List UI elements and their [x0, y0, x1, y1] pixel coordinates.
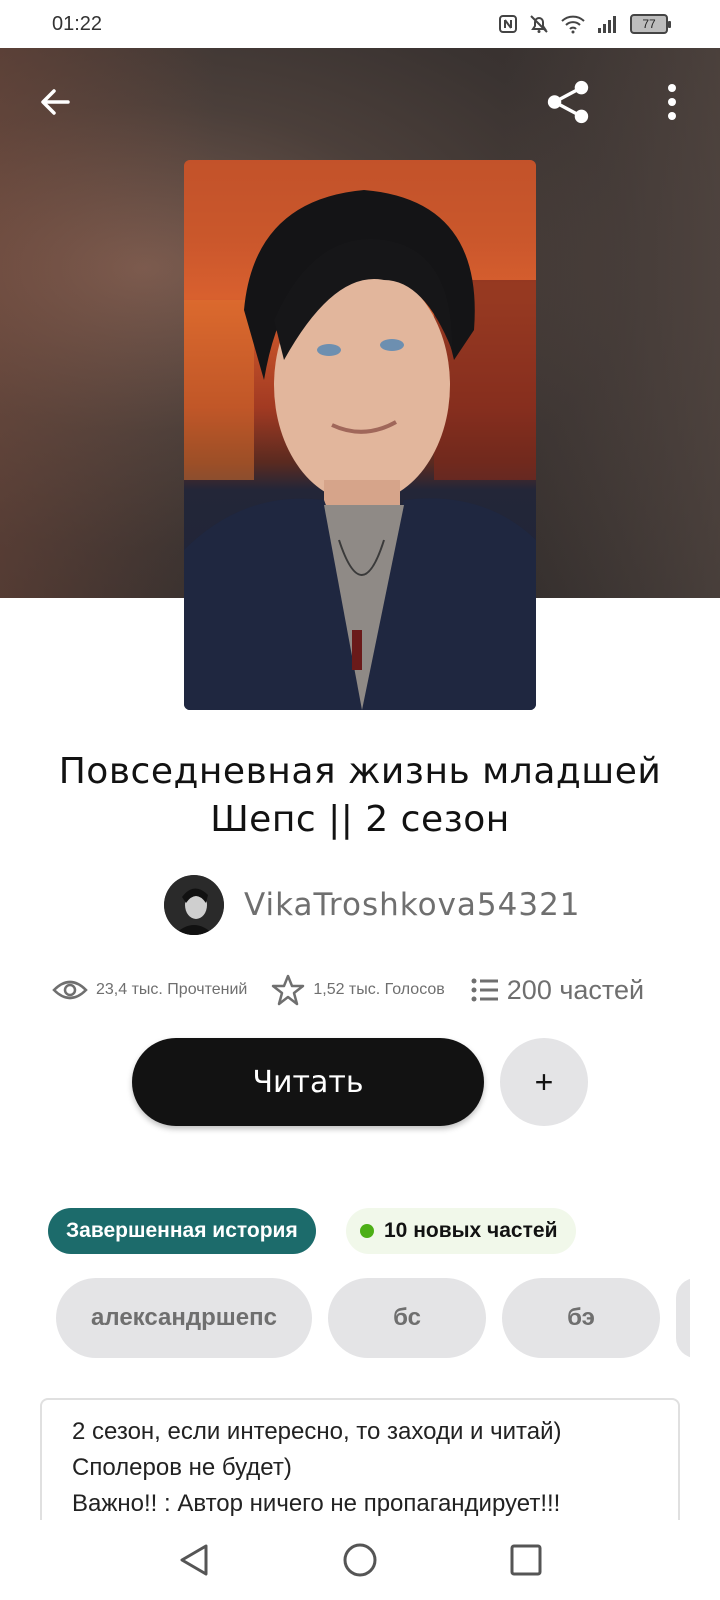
votes-stat: 1,52 тыс. Голосов: [271, 973, 445, 1007]
read-button[interactable]: Читать: [132, 1038, 484, 1126]
signal-icon: [598, 16, 616, 33]
green-dot-icon: [360, 1224, 374, 1238]
author-avatar: [164, 875, 224, 935]
parts-count: 200 частей: [506, 974, 645, 1005]
tag-chip[interactable]: бс: [328, 1278, 486, 1358]
star-icon: [272, 974, 305, 1006]
list-icon: [471, 978, 498, 1002]
bell-muted-icon: [530, 15, 548, 33]
share-button[interactable]: [544, 78, 592, 126]
new-parts-label: 10 новых частей: [384, 1219, 558, 1242]
nav-recents-button[interactable]: [502, 1536, 550, 1584]
nfc-icon: [499, 15, 517, 33]
status-time: 01:22: [52, 12, 103, 35]
back-triangle-icon: [180, 1544, 208, 1576]
story-cover-image[interactable]: [184, 160, 536, 710]
story-stats: 23,4 тыс. Прочтений 1,52 тыс. Голосов 20…: [52, 970, 672, 1010]
nav-home-button[interactable]: [336, 1536, 384, 1584]
status-icons: 77: [498, 13, 671, 35]
completed-story-badge: Завершенная история: [48, 1208, 316, 1254]
story-description[interactable]: 2 сезон, если интересно, то заходи и чит…: [40, 1398, 680, 1538]
share-icon: [547, 80, 589, 124]
eye-icon: [52, 980, 88, 1000]
cover-portrait: [184, 160, 536, 710]
reads-stat: 23,4 тыс. Прочтений: [52, 978, 247, 1002]
votes-count: 1,52 тыс. Голосов: [313, 981, 445, 998]
description-line: 2 сезон, если интересно, то заходи и чит…: [72, 1418, 562, 1445]
parts-stat[interactable]: 200 частей: [471, 975, 644, 1006]
story-title: Повседневная жизнь младшей Шепс || 2 сез…: [58, 751, 662, 840]
back-button[interactable]: [32, 78, 80, 126]
new-parts-badge: 10 новых частей: [346, 1208, 576, 1254]
description-line: Важно!! : Автор ничего не пропагандирует…: [72, 1490, 561, 1517]
home-circle-icon: [343, 1543, 377, 1577]
nav-back-button[interactable]: [170, 1536, 218, 1584]
more-options-button[interactable]: [648, 78, 696, 126]
status-bar: 01:22 77: [0, 0, 720, 48]
reads-count: 23,4 тыс. Прочтений: [96, 981, 248, 998]
tag-chip[interactable]: александршепс: [56, 1278, 312, 1358]
battery-level: 77: [642, 17, 656, 31]
wifi-icon: [561, 15, 585, 34]
author-name: VikaTroshkova54321: [244, 887, 581, 923]
recents-square-icon: [510, 1544, 542, 1576]
tag-chip[interactable]: бэ: [502, 1278, 660, 1358]
author-link[interactable]: VikaTroshkova54321: [164, 873, 581, 937]
battery-icon: 77: [630, 14, 671, 34]
system-nav-bar: [0, 1520, 720, 1600]
tags-row[interactable]: александршепс бс бэ: [56, 1278, 690, 1358]
more-vertical-icon: [668, 84, 676, 120]
arrow-left-icon: [41, 89, 70, 115]
description-line: Сполеров не будет): [72, 1454, 292, 1481]
add-to-library-button[interactable]: +: [500, 1038, 588, 1126]
tag-chip-partial[interactable]: [676, 1278, 690, 1358]
